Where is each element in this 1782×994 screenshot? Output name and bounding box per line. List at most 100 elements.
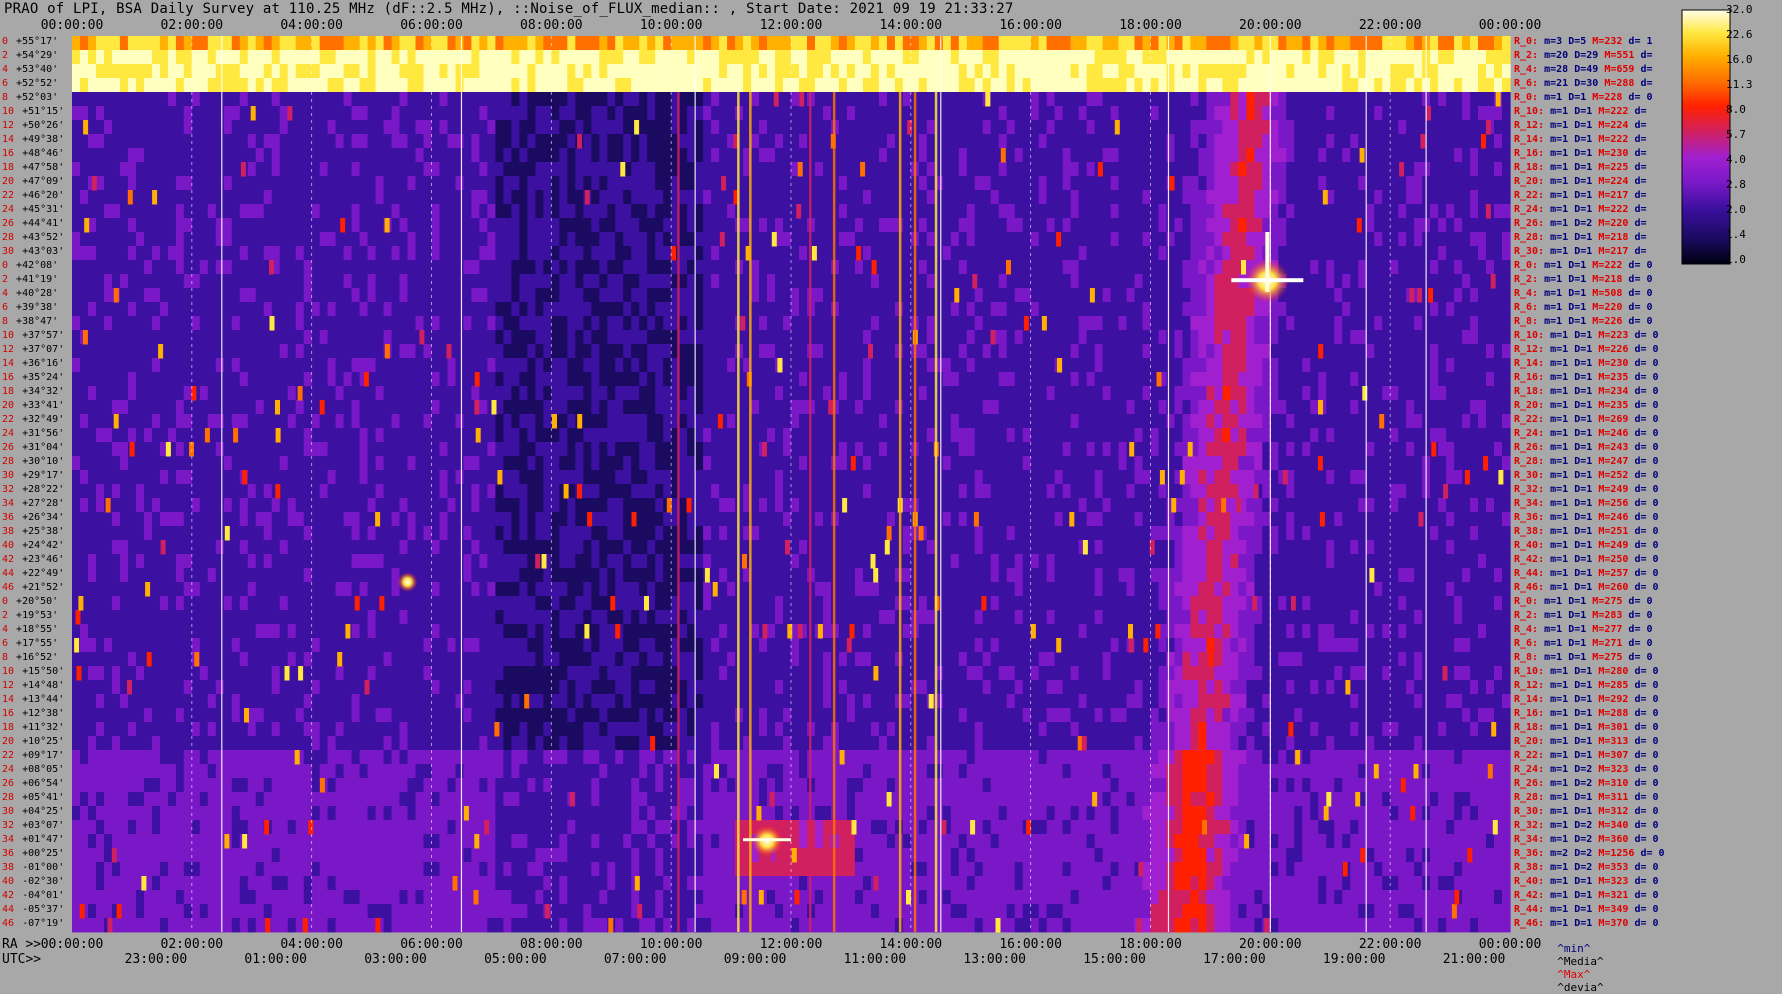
heatmap-cell bbox=[775, 36, 784, 51]
heatmap-cell bbox=[279, 106, 289, 121]
heatmap-cell bbox=[1446, 400, 1455, 415]
heatmap-cell bbox=[1054, 106, 1064, 121]
heatmap-cell bbox=[1254, 162, 1263, 177]
heatmap-cell bbox=[591, 414, 600, 429]
heatmap-cell bbox=[247, 260, 257, 275]
heatmap-cell bbox=[950, 414, 960, 429]
heatmap-cell bbox=[559, 148, 568, 163]
heatmap-cell bbox=[207, 344, 217, 359]
heatmap-cell bbox=[1270, 232, 1279, 247]
heatmap-cell bbox=[1022, 92, 1032, 107]
heatmap-cell bbox=[878, 120, 888, 135]
heatmap-cell bbox=[695, 400, 704, 415]
heatmap-cell bbox=[1158, 120, 1168, 135]
heatmap-cell bbox=[1358, 134, 1367, 149]
heatmap-cell bbox=[1334, 204, 1343, 219]
heatmap-cell bbox=[1382, 344, 1391, 359]
heatmap-cell bbox=[1054, 414, 1064, 429]
heatmap-cell bbox=[223, 316, 233, 331]
heatmap-cell bbox=[990, 50, 1000, 65]
heatmap-cell bbox=[255, 92, 265, 107]
heatmap-cell bbox=[535, 246, 544, 261]
heatmap-cell bbox=[175, 372, 185, 387]
heatmap-cell bbox=[1246, 162, 1255, 177]
heatmap-cell bbox=[559, 288, 568, 303]
heatmap-cell bbox=[1294, 400, 1303, 415]
heatmap-cell bbox=[1150, 232, 1160, 247]
heatmap-cell bbox=[151, 148, 161, 163]
heatmap-cell bbox=[1430, 176, 1439, 191]
heatmap-cell bbox=[367, 218, 377, 233]
heatmap-cell bbox=[759, 246, 768, 261]
heatmap-cell bbox=[1334, 78, 1343, 93]
heatmap-cell bbox=[1214, 78, 1223, 93]
heatmap-cell bbox=[1462, 330, 1471, 345]
heatmap-cell bbox=[815, 316, 824, 331]
heatmap-cell bbox=[1158, 232, 1168, 247]
heatmap-cell bbox=[1390, 64, 1399, 79]
heatmap-cell bbox=[846, 64, 856, 79]
heatmap-cell bbox=[431, 274, 441, 289]
heatmap-cell bbox=[1062, 162, 1072, 177]
heatmap-cell bbox=[655, 78, 664, 93]
heatmap-cell bbox=[455, 344, 465, 359]
heatmap-cell bbox=[311, 162, 321, 177]
heatmap-cell bbox=[1222, 288, 1231, 303]
heatmap-cell bbox=[1030, 78, 1040, 93]
heatmap-cell bbox=[335, 36, 345, 51]
heatmap-cell bbox=[799, 190, 808, 205]
heatmap-cell bbox=[535, 78, 544, 93]
heatmap-cell bbox=[415, 106, 425, 121]
heatmap-cell bbox=[423, 260, 433, 275]
heatmap-cell bbox=[351, 190, 361, 205]
heatmap-cell bbox=[966, 246, 976, 261]
heatmap-cell bbox=[1214, 120, 1223, 135]
heatmap-cell bbox=[974, 120, 984, 135]
heatmap-cell bbox=[511, 92, 520, 107]
heatmap-cell bbox=[327, 274, 337, 289]
heatmap-cell bbox=[1390, 50, 1399, 65]
heatmap-cell bbox=[375, 386, 385, 401]
heatmap-cell bbox=[719, 218, 728, 233]
heatmap-cell bbox=[783, 330, 792, 345]
heatmap-cell bbox=[1270, 204, 1279, 219]
heatmap-cell bbox=[383, 302, 393, 317]
heatmap-cell bbox=[431, 218, 441, 233]
heatmap-cell bbox=[351, 414, 361, 429]
heatmap-cell bbox=[1446, 316, 1455, 331]
heatmap-cell bbox=[104, 134, 113, 149]
heatmap-cell bbox=[311, 358, 321, 373]
heatmap-cell bbox=[1326, 246, 1335, 261]
heatmap-cell bbox=[1382, 134, 1391, 149]
heatmap-cell bbox=[1494, 148, 1503, 163]
heatmap-cell bbox=[359, 330, 369, 345]
heatmap-cell bbox=[1222, 302, 1231, 317]
heatmap-cell bbox=[1078, 246, 1088, 261]
heatmap-cell bbox=[183, 106, 193, 121]
heatmap-cell bbox=[1086, 134, 1096, 149]
heatmap-cell bbox=[1278, 330, 1287, 345]
heatmap-cell bbox=[926, 316, 936, 331]
heatmap-cell bbox=[135, 302, 145, 317]
heatmap-cell bbox=[575, 386, 584, 401]
heatmap-cell bbox=[1070, 134, 1080, 149]
heatmap-cell bbox=[223, 92, 233, 107]
heatmap-cell bbox=[942, 400, 952, 415]
heatmap-cell bbox=[695, 176, 704, 191]
heatmap-cell bbox=[551, 274, 560, 289]
heatmap-cell bbox=[175, 78, 185, 93]
heatmap-cell bbox=[455, 372, 465, 387]
heatmap-cell bbox=[1366, 316, 1375, 331]
heatmap-cell bbox=[711, 372, 720, 387]
heatmap-cell bbox=[1470, 204, 1479, 219]
heatmap-cell bbox=[367, 120, 377, 135]
heatmap-cell bbox=[679, 302, 688, 317]
heatmap-cell bbox=[1118, 316, 1128, 331]
heatmap-cell bbox=[583, 92, 592, 107]
heatmap-cell bbox=[1430, 120, 1439, 135]
heatmap-cell bbox=[1126, 92, 1136, 107]
heatmap-cell bbox=[910, 64, 920, 79]
heatmap-cell bbox=[1126, 400, 1136, 415]
heatmap-cell bbox=[1310, 330, 1319, 345]
heatmap-cell bbox=[127, 120, 137, 135]
